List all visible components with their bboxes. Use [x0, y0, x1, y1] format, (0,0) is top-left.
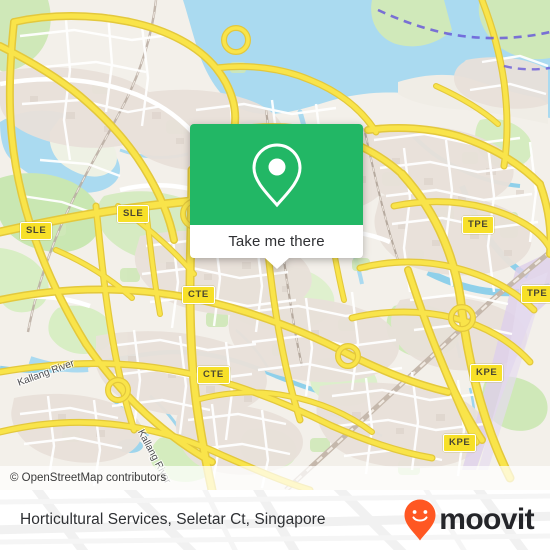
popup-header [190, 124, 363, 225]
road-shield-tpe-2: TPE [521, 285, 550, 303]
place-popup-card[interactable]: Take me there [190, 124, 363, 269]
footer-bar: Horticultural Services, Seletar Ct, Sing… [0, 490, 550, 550]
moovit-smiley-pin-icon [404, 499, 436, 541]
popup-pointer-tail [264, 258, 289, 269]
take-me-there-label: Take me there [228, 233, 325, 250]
moovit-map-screenshot: SLE SLE CTE CTE TPE TPE KPE KPE Kallang … [0, 0, 550, 550]
place-title-text: Horticultural Services, Seletar Ct, Sing… [20, 511, 326, 528]
moovit-wordmark: moovit [439, 503, 534, 536]
road-shield-kpe-2: KPE [443, 434, 477, 452]
map-attribution-bar: © OpenStreetMap contributors [0, 466, 550, 490]
road-shield-sle-2: SLE [117, 205, 150, 223]
place-title: Horticultural Services, Seletar Ct, Sing… [20, 490, 326, 550]
road-shield-kpe-1: KPE [470, 364, 504, 382]
map-pin-icon [251, 142, 302, 207]
attribution-text: © OpenStreetMap contributors [10, 472, 167, 484]
moovit-brand[interactable]: moovit [403, 490, 535, 550]
popup-action-bar[interactable]: Take me there [190, 225, 363, 258]
map-canvas[interactable]: SLE SLE CTE CTE TPE TPE KPE KPE Kallang … [0, 0, 550, 490]
road-shield-cte-1: CTE [182, 286, 215, 304]
road-shield-sle-1: SLE [20, 222, 53, 240]
road-shield-cte-2: CTE [197, 366, 230, 384]
road-shield-tpe-1: TPE [462, 216, 495, 234]
